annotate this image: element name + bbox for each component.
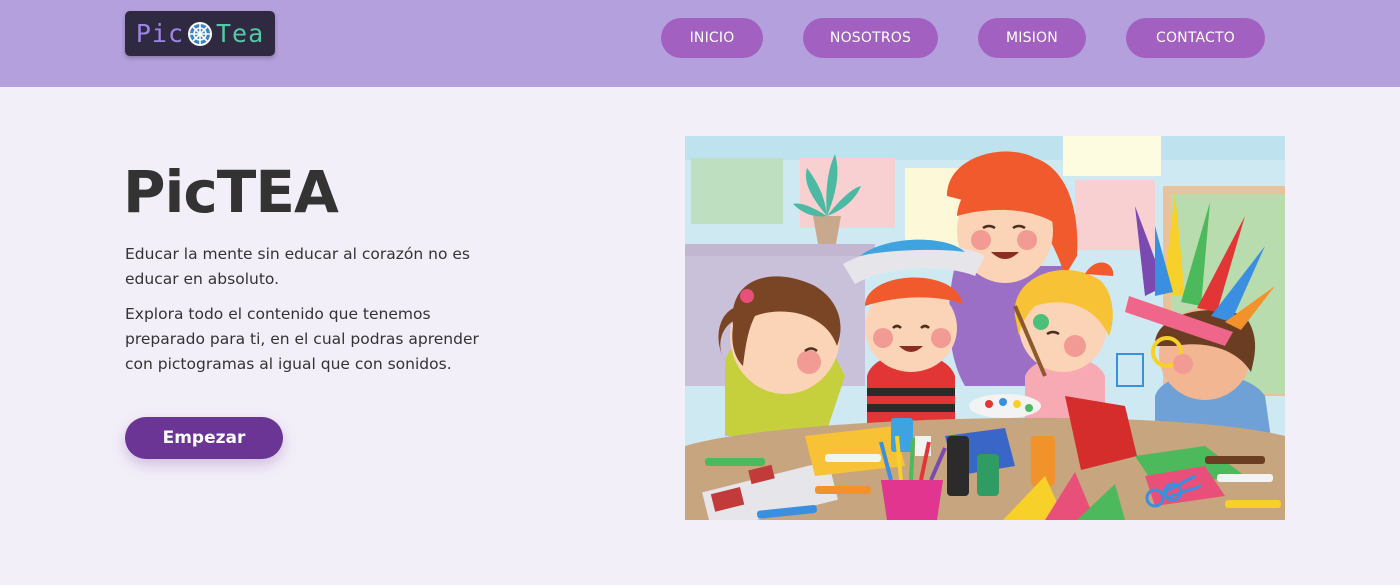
logo-wheel-icon [188,21,212,46]
nav-mision-button[interactable]: MISION [978,18,1086,58]
hero-title: PicTEA [123,158,339,226]
hero-tagline: Educar la mente sin educar al corazón no… [125,245,470,288]
logo-text-pic: Pic [135,19,184,48]
hero-illustration [685,136,1285,520]
nav-inicio-button[interactable]: INICIO [661,18,763,58]
hero-description: Explora todo el contenido que tenemos pr… [125,305,479,373]
empezar-button[interactable]: Empezar [125,417,283,459]
nav-contacto-button[interactable]: CONTACTO [1126,18,1265,58]
logo-text-tea: Tea [216,19,265,48]
pictea-logo[interactable]: Pic Tea [125,11,275,56]
site-header: Pic Tea INICIO NOSOTROS MISION CONTACTO [0,0,1400,87]
nav-nosotros-button[interactable]: NOSOTROS [803,18,938,58]
